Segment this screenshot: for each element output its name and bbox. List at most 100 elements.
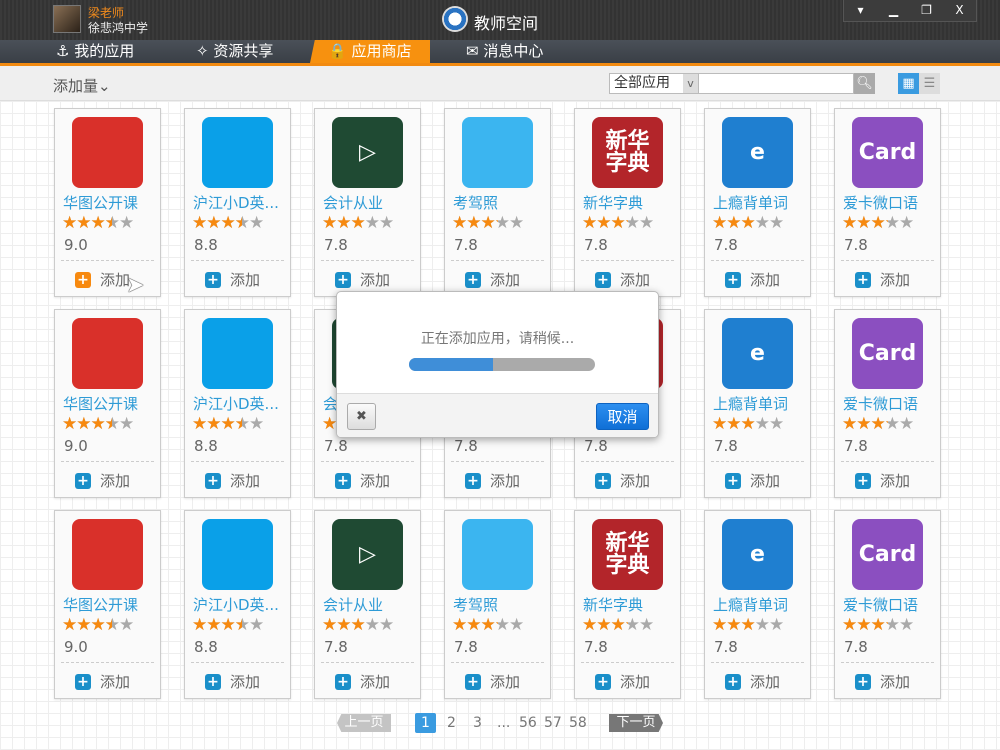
add-app-button[interactable]: + 添加 (335, 671, 390, 692)
app-card[interactable]: 华图公开课 ★★★★★★★★★★ 9.0 +添加 (54, 108, 161, 297)
menu-dropdown-icon[interactable]: ▾ (844, 0, 877, 21)
app-card[interactable]: 新华 字典 新华字典 ★★★★★★★★★★ 7.8 +添加 (574, 108, 681, 297)
app-card[interactable]: 沪江小D英... ★★★★★★★★★★ 8.8 +添加 (184, 309, 291, 498)
app-name[interactable]: 爱卡微口语 (843, 594, 918, 615)
minimize-icon[interactable]: ▁ (877, 0, 910, 21)
app-name[interactable]: 考驾照 (453, 594, 498, 615)
page-2[interactable]: 2 (447, 713, 456, 733)
add-app-button[interactable]: + 添加 (855, 470, 910, 491)
add-app-button[interactable]: + 添加 (465, 470, 520, 491)
app-icon[interactable]: e (722, 519, 793, 590)
add-app-button[interactable]: + 添加 (595, 671, 650, 692)
app-name[interactable]: 新华字典 (583, 192, 643, 213)
app-name[interactable]: 华图公开课 (63, 594, 138, 615)
app-icon[interactable] (202, 117, 273, 188)
add-app-button[interactable]: + 添加 (75, 671, 130, 692)
app-icon[interactable]: 新华 字典 (592, 117, 663, 188)
app-icon[interactable]: Card (852, 117, 923, 188)
tab-message-center[interactable]: ✉ 消息中心 (460, 40, 543, 63)
app-icon[interactable]: e (722, 117, 793, 188)
app-card[interactable]: ▷ 会计从业 ★★★★★★★★★★ 7.8 +添加 (314, 108, 421, 297)
app-card[interactable]: 华图公开课 ★★★★★★★★★★ 9.0 +添加 (54, 510, 161, 699)
add-app-button[interactable]: + 添加 (335, 269, 390, 290)
app-icon[interactable]: Card (852, 519, 923, 590)
page-57[interactable]: 57 (544, 713, 562, 733)
app-card[interactable]: 考驾照 ★★★★★★★★★★ 7.8 +添加 (444, 510, 551, 699)
add-app-button[interactable]: + 添加 (465, 269, 520, 290)
app-card[interactable]: 沪江小D英... ★★★★★★★★★★ 8.8 +添加 (184, 108, 291, 297)
add-app-button[interactable]: + 添加 (725, 470, 780, 491)
app-icon[interactable] (72, 117, 143, 188)
add-app-button[interactable]: + 添加 (595, 269, 650, 290)
cancel-button[interactable]: 取消 (596, 403, 649, 430)
close-icon[interactable]: ✖ (347, 403, 376, 430)
app-name[interactable]: 华图公开课 (63, 192, 138, 213)
app-name[interactable]: 新华字典 (583, 594, 643, 615)
app-name[interactable]: 爱卡微口语 (843, 192, 918, 213)
app-card[interactable]: Card 爱卡微口语 ★★★★★★★★★★ 7.8 +添加 (834, 510, 941, 699)
app-icon[interactable]: ▷ (332, 519, 403, 590)
app-name[interactable]: 会计从业 (323, 192, 383, 213)
app-icon[interactable] (462, 519, 533, 590)
app-card[interactable]: 考驾照 ★★★★★★★★★★ 7.8 +添加 (444, 108, 551, 297)
prev-page-button[interactable]: 上一页 (337, 714, 391, 732)
tab-resource-share[interactable]: ✧ 资源共享 (190, 40, 273, 63)
app-name[interactable]: 爱卡微口语 (843, 393, 918, 414)
app-card[interactable]: e 上瘾背单词 ★★★★★★★★★★ 7.8 +添加 (704, 510, 811, 699)
add-app-button[interactable]: + 添加 (725, 671, 780, 692)
category-select[interactable]: 全部应用 v (609, 73, 699, 94)
app-icon[interactable] (462, 117, 533, 188)
add-app-button[interactable]: + 添加 (75, 470, 130, 491)
add-app-button[interactable]: + 添加 (855, 671, 910, 692)
app-name[interactable]: 上瘾背单词 (713, 594, 788, 615)
app-card[interactable]: Card 爱卡微口语 ★★★★★★★★★★ 7.8 +添加 (834, 108, 941, 297)
search-icon[interactable]: 🔍︎ (854, 73, 875, 94)
app-name[interactable]: 沪江小D英... (193, 594, 279, 615)
restore-icon[interactable]: ❐ (910, 0, 943, 21)
app-card[interactable]: ▷ 会计从业 ★★★★★★★★★★ 7.8 +添加 (314, 510, 421, 699)
add-app-button[interactable]: + 添加 (465, 671, 520, 692)
app-name[interactable]: 上瘾背单词 (713, 393, 788, 414)
chevron-down-icon[interactable]: v (683, 74, 698, 93)
page-1[interactable]: 1 (415, 713, 436, 733)
app-name[interactable]: 考驾照 (453, 192, 498, 213)
next-page-button[interactable]: 下一页 (609, 714, 663, 732)
add-app-button[interactable]: + 添加 (725, 269, 780, 290)
app-name[interactable]: 沪江小D英... (193, 192, 279, 213)
search-input[interactable] (699, 73, 854, 94)
add-app-button[interactable]: + 添加 (75, 269, 130, 290)
app-name[interactable]: 会计从业 (323, 594, 383, 615)
app-card[interactable]: 沪江小D英... ★★★★★★★★★★ 8.8 +添加 (184, 510, 291, 699)
list-view-icon[interactable]: ☰ (919, 73, 940, 94)
add-app-button[interactable]: + 添加 (855, 269, 910, 290)
app-icon[interactable]: ▷ (332, 117, 403, 188)
tab-my-apps[interactable]: ⚓ 我的应用 (50, 40, 134, 63)
app-icon[interactable] (72, 318, 143, 389)
add-app-button[interactable]: + 添加 (205, 470, 260, 491)
app-name[interactable]: 上瘾背单词 (713, 192, 788, 213)
app-icon[interactable]: 新华 字典 (592, 519, 663, 590)
page-58[interactable]: 58 (569, 713, 587, 733)
page-3[interactable]: 3 (473, 713, 482, 733)
add-app-button[interactable]: + 添加 (335, 470, 390, 491)
app-name[interactable]: 华图公开课 (63, 393, 138, 414)
app-icon[interactable] (72, 519, 143, 590)
app-card[interactable]: e 上瘾背单词 ★★★★★★★★★★ 7.8 +添加 (704, 309, 811, 498)
page-56[interactable]: 56 (519, 713, 537, 733)
add-app-button[interactable]: + 添加 (205, 671, 260, 692)
app-name[interactable]: 沪江小D英... (193, 393, 279, 414)
add-app-button[interactable]: + 添加 (205, 269, 260, 290)
grid-view-icon[interactable]: ▦ (898, 73, 919, 94)
app-card[interactable]: e 上瘾背单词 ★★★★★★★★★★ 7.8 +添加 (704, 108, 811, 297)
sort-dropdown[interactable]: 添加量⌄ (53, 75, 111, 96)
app-icon[interactable]: e (722, 318, 793, 389)
app-card[interactable]: Card 爱卡微口语 ★★★★★★★★★★ 7.8 +添加 (834, 309, 941, 498)
close-icon[interactable]: X (943, 0, 976, 21)
app-card[interactable]: 新华 字典 新华字典 ★★★★★★★★★★ 7.8 +添加 (574, 510, 681, 699)
app-card[interactable]: 华图公开课 ★★★★★★★★★★ 9.0 +添加 (54, 309, 161, 498)
app-icon[interactable] (202, 318, 273, 389)
add-app-button[interactable]: + 添加 (595, 470, 650, 491)
avatar[interactable] (53, 5, 81, 33)
app-icon[interactable]: Card (852, 318, 923, 389)
app-icon[interactable] (202, 519, 273, 590)
